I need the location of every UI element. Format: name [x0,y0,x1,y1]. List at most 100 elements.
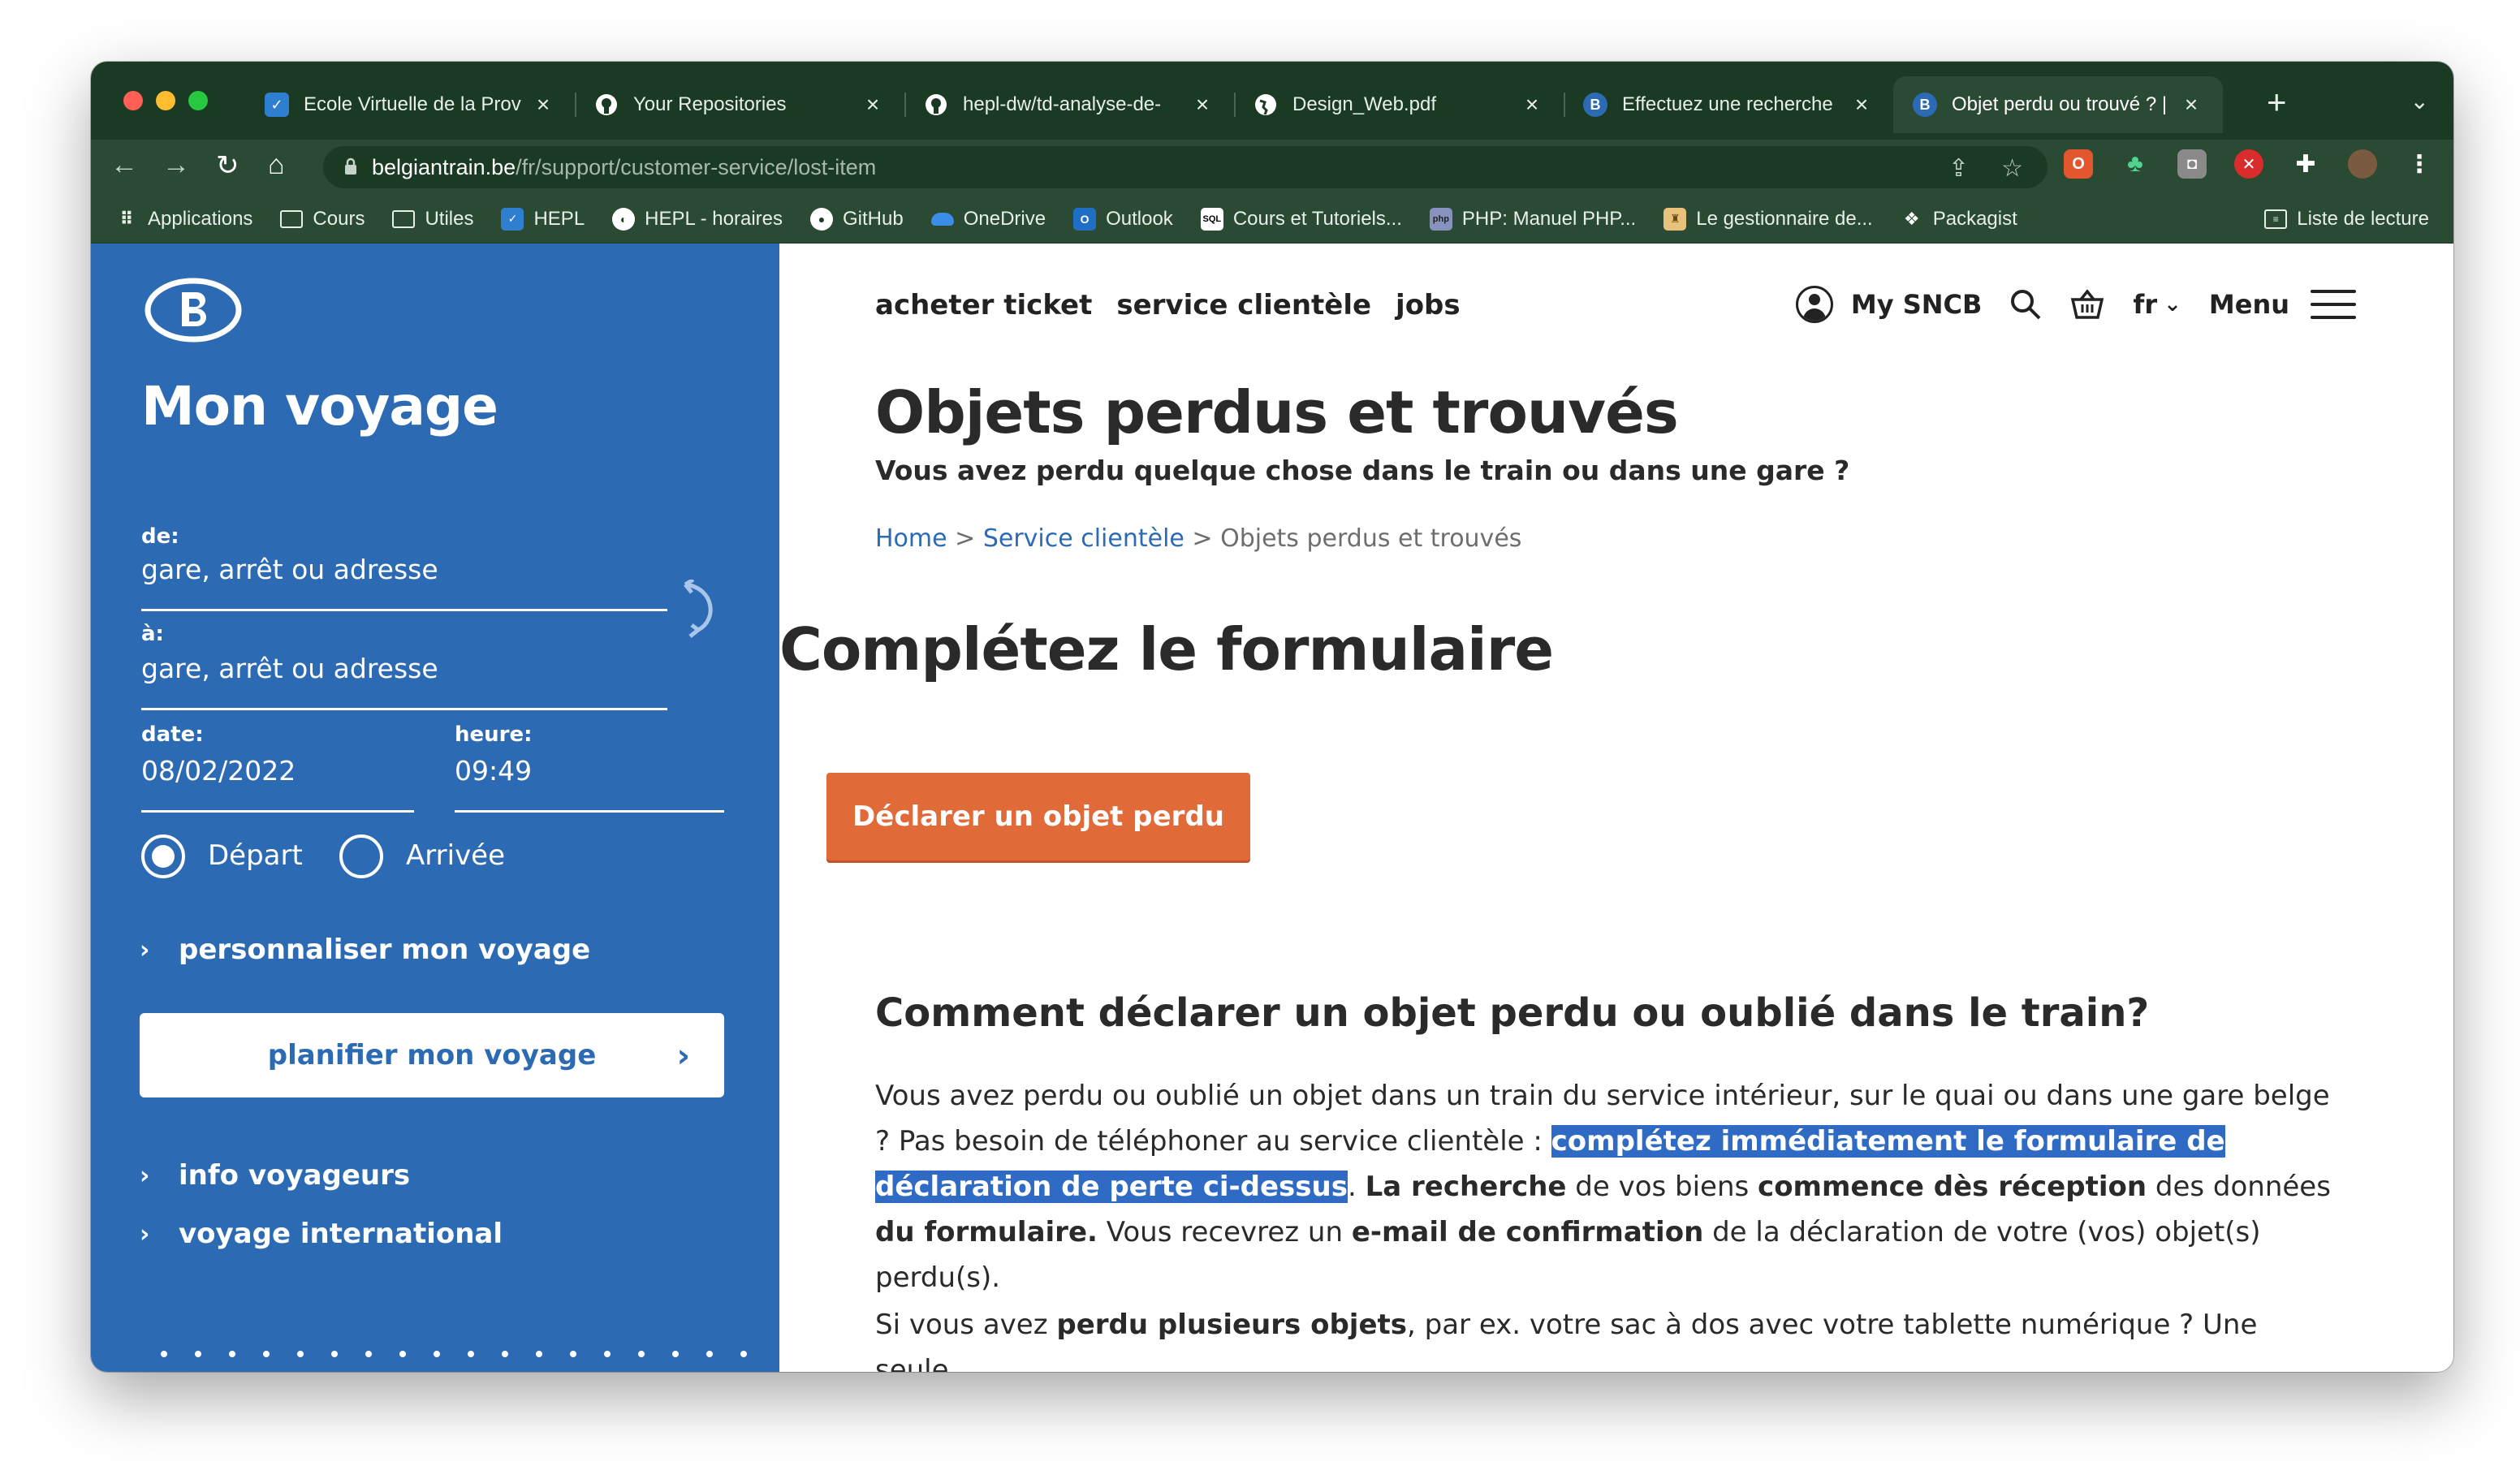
chevron-right-icon: › [676,1037,690,1075]
close-tab-icon[interactable]: × [2179,92,2203,118]
browser-tab[interactable]: Your Repositories × [575,76,904,133]
departure-label: Départ [208,839,303,872]
sidebar-title: Mon voyage [141,375,498,438]
travel-info-link[interactable]: › info voyageurs [140,1159,410,1192]
breadcrumb-service[interactable]: Service clientèle [983,524,1184,553]
url-path: /fr/support/customer-service/lost-item [516,154,877,179]
bookmark-sql[interactable]: SQL Cours et Tutoriels... [1200,207,1402,231]
sncb-icon: B [1913,93,1937,117]
browser-tab[interactable]: hepl-dw/td-analyse-de- × [904,76,1234,133]
arrival-radio[interactable] [339,834,383,878]
close-tab-icon[interactable]: × [1520,92,1544,118]
bookmark-hepl[interactable]: ✓ HEPL [501,207,585,231]
browser-tab[interactable]: ✓ Ecole Virtuelle de la Prov × [245,76,575,133]
chevron-down-icon: ⌄ [2164,292,2181,317]
reading-list-icon: ≡ [2264,209,2288,229]
ecole-virtuelle-icon: ✓ [501,207,524,231]
customize-journey-link[interactable]: › personnaliser mon voyage [140,934,590,966]
kebab-menu-icon[interactable]: ⋮ [2405,149,2434,179]
from-input[interactable]: gare, arrêt ou adresse [141,554,438,585]
bookmark-label: Utiles [425,207,474,230]
language-selector[interactable]: fr ⌄ [2133,289,2181,320]
bookmark-hepl-horaires[interactable]: ◐ HEPL - horaires [612,207,783,231]
search-icon[interactable] [2009,288,2042,321]
close-tab-icon[interactable]: × [531,92,555,118]
bookmark-cours[interactable]: Cours [280,208,365,231]
bookmark-outlook[interactable]: O Outlook [1073,207,1173,231]
bookmark-php[interactable]: php PHP: Manuel PHP... [1429,207,1636,231]
date-input[interactable]: 08/02/2022 [141,755,296,787]
bold-text: commence dès réception [1758,1171,2147,1203]
breadcrumb-current: Objets perdus et trouvés [1220,524,1522,553]
bookmark-utiles[interactable]: Utiles [392,208,473,231]
how-to-heading: Comment déclarer un objet perdu ou oubli… [875,990,2150,1036]
nav-customer-service[interactable]: service clientèle [1116,289,1371,321]
close-tab-icon[interactable]: × [861,92,885,118]
bookmark-label: HEPL [533,207,585,230]
github-icon: ● [810,207,834,231]
nav-jobs[interactable]: jobs [1396,289,1461,321]
plan-journey-button[interactable]: planifier mon voyage › [140,1013,724,1097]
bookmark-label: OneDrive [963,207,1046,230]
bookmark-star-icon[interactable]: ☆ [2001,154,2023,183]
address-bar[interactable]: belgiantrain.be/fr/support/customer-serv… [323,146,2048,188]
arrival-label: Arrivée [406,839,506,872]
back-arrow-icon[interactable]: ← [110,149,138,181]
sncb-icon: B [1583,93,1607,117]
close-tab-icon[interactable]: × [1190,92,1215,118]
reading-list[interactable]: ≡ Liste de lecture [2264,208,2429,231]
menu-button[interactable]: Menu [2209,289,2356,320]
close-tab-icon[interactable]: × [1849,92,1874,118]
browser-tab-active[interactable]: B Objet perdu ou trouvé ? | × [1893,76,2223,133]
camera-extension-icon[interactable]: ◘ [2177,149,2207,179]
forward-arrow-icon[interactable]: → [162,149,190,181]
browser-tab[interactable]: Design_Web.pdf × [1234,76,1564,133]
bookmark-applications[interactable]: ⠿ Applications [115,208,252,231]
window-controls [123,91,208,110]
bold-text: La recherche [1365,1171,1567,1203]
bookmark-github[interactable]: ● GitHub [810,207,904,231]
chevron-down-icon[interactable]: ⌄ [2410,88,2429,114]
breadcrumb-home[interactable]: Home [875,524,947,553]
puzzle-extensions-icon[interactable]: ✚ [2291,149,2320,179]
tab-strip: ✓ Ecole Virtuelle de la Prov × Your Repo… [91,62,2453,140]
sncb-logo[interactable] [145,278,242,343]
declare-lost-item-button[interactable]: Déclarer un objet perdu [826,773,1250,860]
minimize-window-button[interactable] [156,91,175,110]
reload-icon[interactable]: ↻ [216,149,239,182]
bookmark-label: Outlook [1106,207,1173,230]
home-icon[interactable]: ⌂ [268,149,285,181]
swap-arrows-icon[interactable] [674,580,723,645]
basket-icon[interactable] [2069,288,2105,321]
browser-tab[interactable]: B Effectuez une recherche × [1564,76,1893,133]
text-run: . [1347,1171,1366,1203]
text-run: de vos biens [1566,1171,1758,1203]
tab-title: Effectuez une recherche [1622,93,1833,115]
main-content: acheter ticket service clientèle jobs My… [779,244,2453,1372]
new-tab-button[interactable]: + [2267,83,2287,122]
lock-icon [345,157,356,175]
leaf-extension-icon[interactable]: ♣ [2121,149,2150,179]
adblock-extension-icon[interactable]: ✕ [2234,149,2263,179]
bookmark-composer[interactable]: ♜ Le gestionnaire de... [1663,207,1873,231]
avatar[interactable] [2348,149,2377,179]
bookmarks-bar: ⠿ Applications Cours Utiles ✓ HEPL ◐ HEPL -… [91,195,2453,244]
menu-label: Menu [2208,289,2289,320]
office-extension-icon[interactable]: O [2064,149,2093,179]
share-icon[interactable]: ⇪ [1948,154,1969,183]
github-icon [924,93,948,117]
international-travel-link[interactable]: › voyage international [140,1218,503,1250]
close-window-button[interactable] [123,91,143,110]
my-sncb-link[interactable]: My SNCB [1795,286,1982,323]
time-input[interactable]: 09:49 [455,755,532,787]
web-page: Mon voyage de: gare, arrêt ou adresse à:… [91,244,2453,1372]
to-input[interactable]: gare, arrêt ou adresse [141,653,438,684]
departure-radio[interactable] [141,834,185,878]
reading-list-label: Liste de lecture [2297,207,2429,230]
bookmark-packagist[interactable]: ❖ Packagist [1901,208,2017,231]
bookmark-onedrive[interactable]: OneDrive [930,207,1046,231]
bookmark-label: Cours et Tutoriels... [1232,207,1402,230]
nav-buy-ticket[interactable]: acheter ticket [875,289,1092,321]
zoom-window-button[interactable] [188,91,208,110]
date-label: date: [141,722,204,747]
